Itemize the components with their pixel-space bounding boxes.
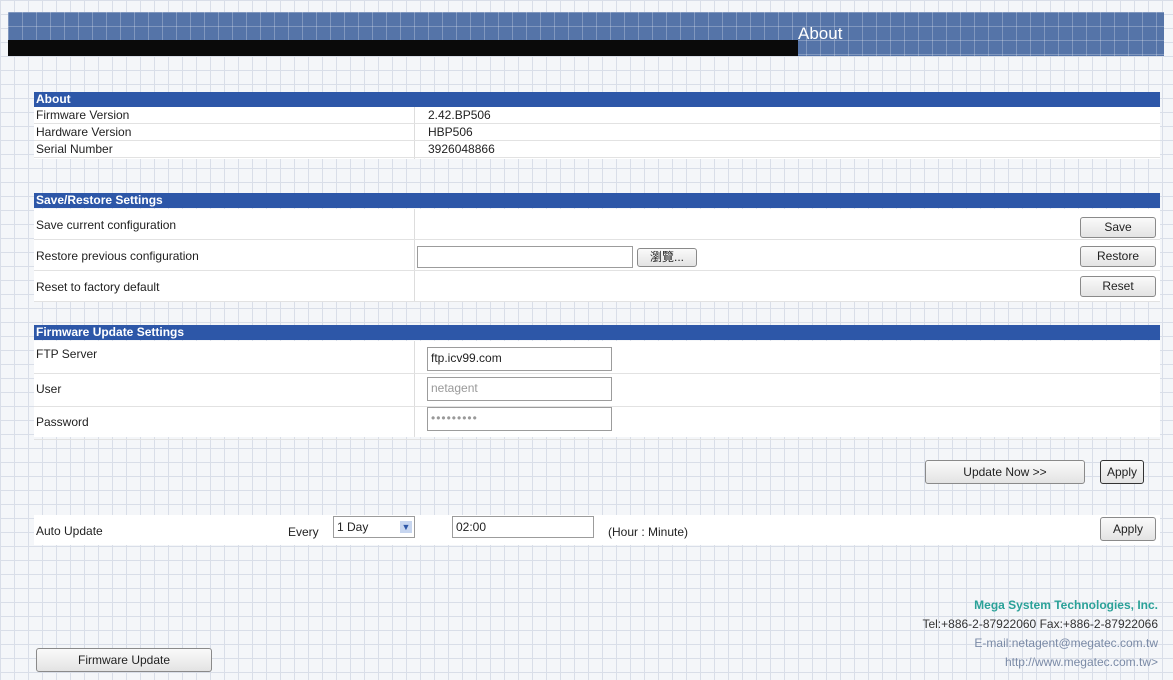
save-row: Save current configuration (34, 209, 1160, 240)
hardware-version-value: HBP506 (428, 125, 473, 139)
restore-config-label: Restore previous configuration (36, 249, 199, 263)
interval-select[interactable]: 1 Day ▼ (333, 516, 415, 538)
ftp-server-label: FTP Server (36, 347, 98, 361)
restore-button[interactable]: Restore (1080, 246, 1156, 267)
reset-factory-label: Reset to factory default (36, 280, 160, 294)
about-row-firmware: Firmware Version 2.42.BP506 (34, 107, 1160, 124)
time-input[interactable]: 02:00 (452, 516, 594, 538)
ftp-server-input[interactable]: ftp.icv99.com (427, 347, 612, 371)
serial-number-value: 3926048866 (428, 142, 495, 156)
about-row-serial: Serial Number 3926048866 (34, 141, 1160, 158)
auto-update-row: Auto Update Every At (Hour : Minute) (34, 515, 1160, 545)
password-input[interactable]: ••••••••• (427, 407, 612, 431)
interval-select-value: 1 Day (337, 520, 369, 534)
page-banner: About (8, 12, 1164, 56)
auto-update-apply-button[interactable]: Apply (1100, 517, 1156, 541)
firmware-version-label: Firmware Version (36, 108, 130, 122)
company-url-link[interactable]: http://www.megatec.com.tw> (1005, 655, 1158, 669)
browse-button[interactable]: 瀏覽... (637, 248, 697, 267)
company-name: Mega System Technologies, Inc. (974, 598, 1158, 612)
about-table: Firmware Version 2.42.BP506 Hardware Ver… (34, 107, 1160, 159)
serial-number-label: Serial Number (36, 142, 113, 156)
restore-file-input[interactable] (417, 246, 633, 268)
firmware-version-value: 2.42.BP506 (428, 108, 491, 122)
page-title: About (798, 24, 843, 43)
auto-update-label: Auto Update (36, 524, 103, 538)
save-config-label: Save current configuration (36, 218, 177, 232)
time-hint: (Hour : Minute) (608, 525, 689, 539)
user-input[interactable]: netagent (427, 377, 612, 401)
banner-black-bar (8, 40, 798, 56)
save-restore-section-header: Save/Restore Settings (34, 193, 1160, 208)
update-now-button[interactable]: Update Now >> (925, 460, 1085, 484)
firmware-apply-button[interactable]: Apply (1100, 460, 1144, 484)
firmware-update-section-header: Firmware Update Settings (34, 325, 1160, 340)
chevron-down-icon[interactable]: ▼ (400, 521, 412, 533)
reset-row: Reset to factory default (34, 271, 1160, 302)
about-section-header: About (34, 92, 1160, 107)
firmware-update-button[interactable]: Firmware Update (36, 648, 212, 672)
every-label: Every (288, 525, 319, 539)
user-label: User (36, 382, 62, 396)
save-button[interactable]: Save (1080, 217, 1156, 238)
hardware-version-label: Hardware Version (36, 125, 132, 139)
company-email-link[interactable]: E-mail:netagent@megatec.com.tw (974, 636, 1158, 650)
reset-button[interactable]: Reset (1080, 276, 1156, 297)
company-tel-fax: Tel:+886-2-87922060 Fax:+886-2-87922066 (922, 617, 1158, 631)
password-label: Password (36, 415, 89, 429)
about-row-hardware: Hardware Version HBP506 (34, 124, 1160, 141)
